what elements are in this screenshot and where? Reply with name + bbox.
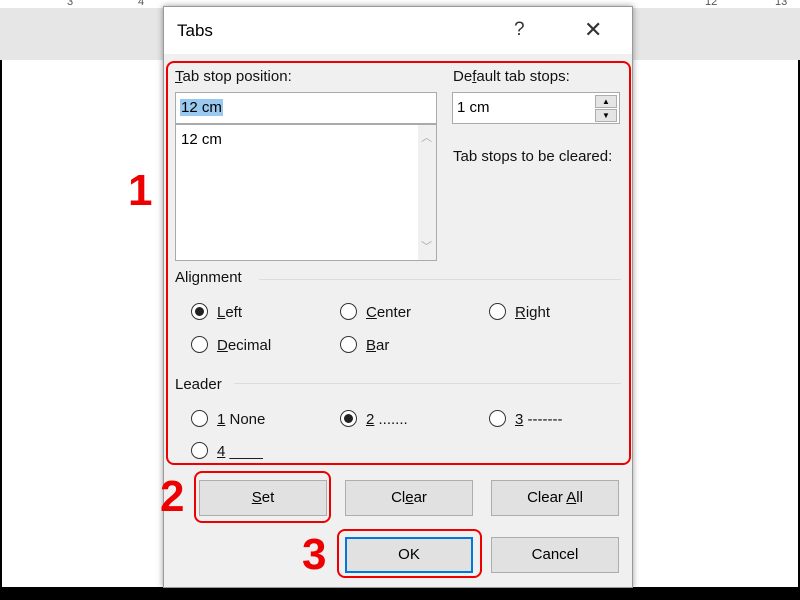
- ruler-number: 12: [705, 0, 718, 8]
- annotation-box-1: [166, 61, 631, 465]
- clear-all-button[interactable]: Clear All: [491, 480, 619, 516]
- ruler-number: 4: [138, 0, 145, 8]
- annotation-box-2: [194, 471, 331, 523]
- annotation-step-1: 1: [128, 166, 153, 215]
- title-bar: Tabs ? ✕: [164, 7, 632, 54]
- frame-edge: [0, 60, 2, 587]
- dialog-title: Tabs: [177, 21, 213, 40]
- close-icon[interactable]: ✕: [584, 17, 602, 43]
- annotation-step-3: 3: [302, 530, 327, 579]
- ruler-number: 3: [67, 0, 74, 8]
- ruler-number: 13: [775, 0, 788, 8]
- annotation-box-3: [337, 529, 482, 578]
- cancel-button[interactable]: Cancel: [491, 537, 619, 573]
- clear-button[interactable]: Clear: [345, 480, 473, 516]
- frame-edge: [0, 587, 800, 600]
- help-icon[interactable]: ?: [514, 19, 525, 41]
- annotation-step-2: 2: [160, 472, 185, 521]
